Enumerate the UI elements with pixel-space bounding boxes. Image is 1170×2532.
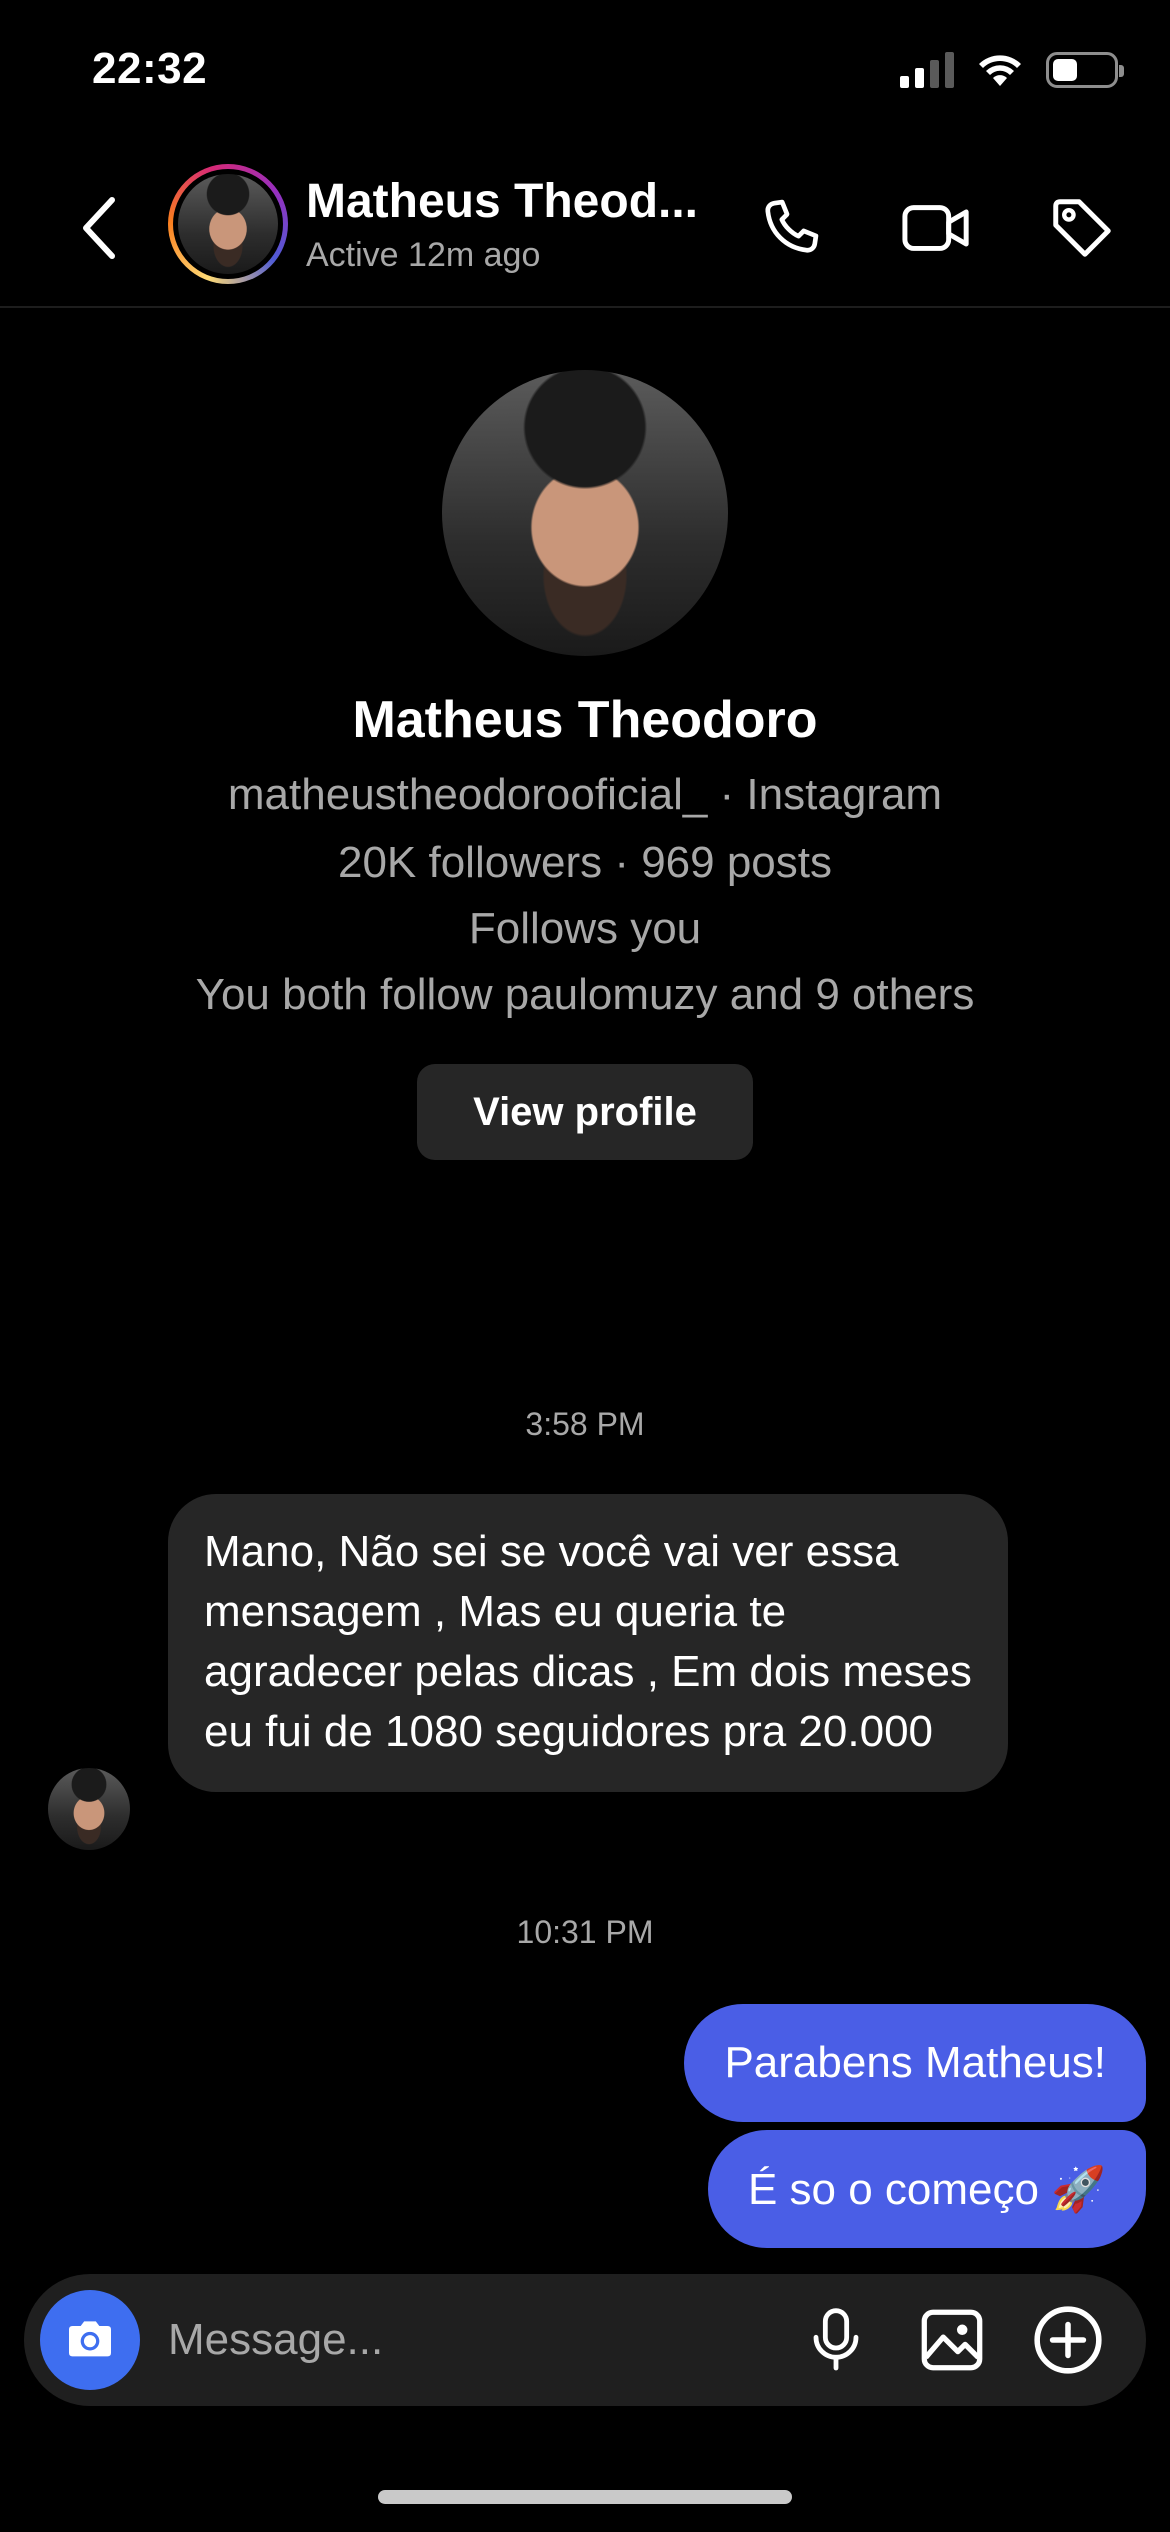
camera-icon xyxy=(69,2321,111,2357)
profile-handle: matheustheodorooficial_ · Instagram xyxy=(227,770,943,819)
back-icon xyxy=(83,197,115,259)
home-indicator[interactable] xyxy=(378,2490,792,2504)
microphone-icon xyxy=(813,2308,859,2371)
wifi-icon xyxy=(979,55,1021,86)
outgoing-message[interactable]: É so o começo 🚀 xyxy=(707,2130,1146,2248)
cellular-signal-icon xyxy=(900,52,954,88)
status-bar: 22:32 xyxy=(0,0,1170,150)
profile-stats: 20K followers · 969 posts xyxy=(337,838,833,887)
battery-icon xyxy=(1046,52,1124,88)
tag-button[interactable] xyxy=(1040,186,1124,270)
camera-button[interactable] xyxy=(40,2290,140,2390)
profile-picture[interactable] xyxy=(442,370,728,656)
video-call-button[interactable] xyxy=(895,186,979,270)
gallery-button[interactable] xyxy=(912,2300,992,2380)
active-status: Active 12m ago xyxy=(306,236,541,274)
follows-you-label: Follows you xyxy=(468,904,702,953)
profile-name: Matheus Theodoro xyxy=(352,691,818,749)
message-timestamp: 10:31 PM xyxy=(516,1914,654,1950)
chat-header: Matheus Theod... Active 12m ago xyxy=(0,150,1170,308)
mutual-followers: You both follow paulomuzy and 9 others xyxy=(195,970,975,1019)
image-icon xyxy=(921,2309,983,2371)
back-button[interactable] xyxy=(68,188,128,268)
video-camera-icon xyxy=(902,205,969,251)
plus-circle-icon xyxy=(1034,2306,1102,2374)
status-icons xyxy=(900,52,1124,88)
more-options-button[interactable] xyxy=(1028,2300,1108,2380)
message-input[interactable] xyxy=(168,2304,768,2376)
tag-icon xyxy=(1053,199,1111,257)
avatar-photo xyxy=(178,174,278,274)
voice-message-button[interactable] xyxy=(796,2300,876,2380)
phone-icon xyxy=(765,199,819,253)
view-profile-button[interactable]: View profile xyxy=(417,1064,753,1160)
message-composer xyxy=(24,2274,1146,2406)
sender-avatar[interactable] xyxy=(48,1768,130,1850)
incoming-message[interactable]: Mano, Não sei se você vai ver essa mensa… xyxy=(168,1494,1008,1792)
status-time: 22:32 xyxy=(92,44,208,93)
outgoing-message[interactable]: Parabens Matheus! xyxy=(684,2004,1146,2122)
contact-name[interactable]: Matheus Theod... xyxy=(306,174,726,229)
header-avatar[interactable] xyxy=(168,164,288,284)
message-timestamp: 3:58 PM xyxy=(525,1406,645,1442)
audio-call-button[interactable] xyxy=(748,186,832,270)
